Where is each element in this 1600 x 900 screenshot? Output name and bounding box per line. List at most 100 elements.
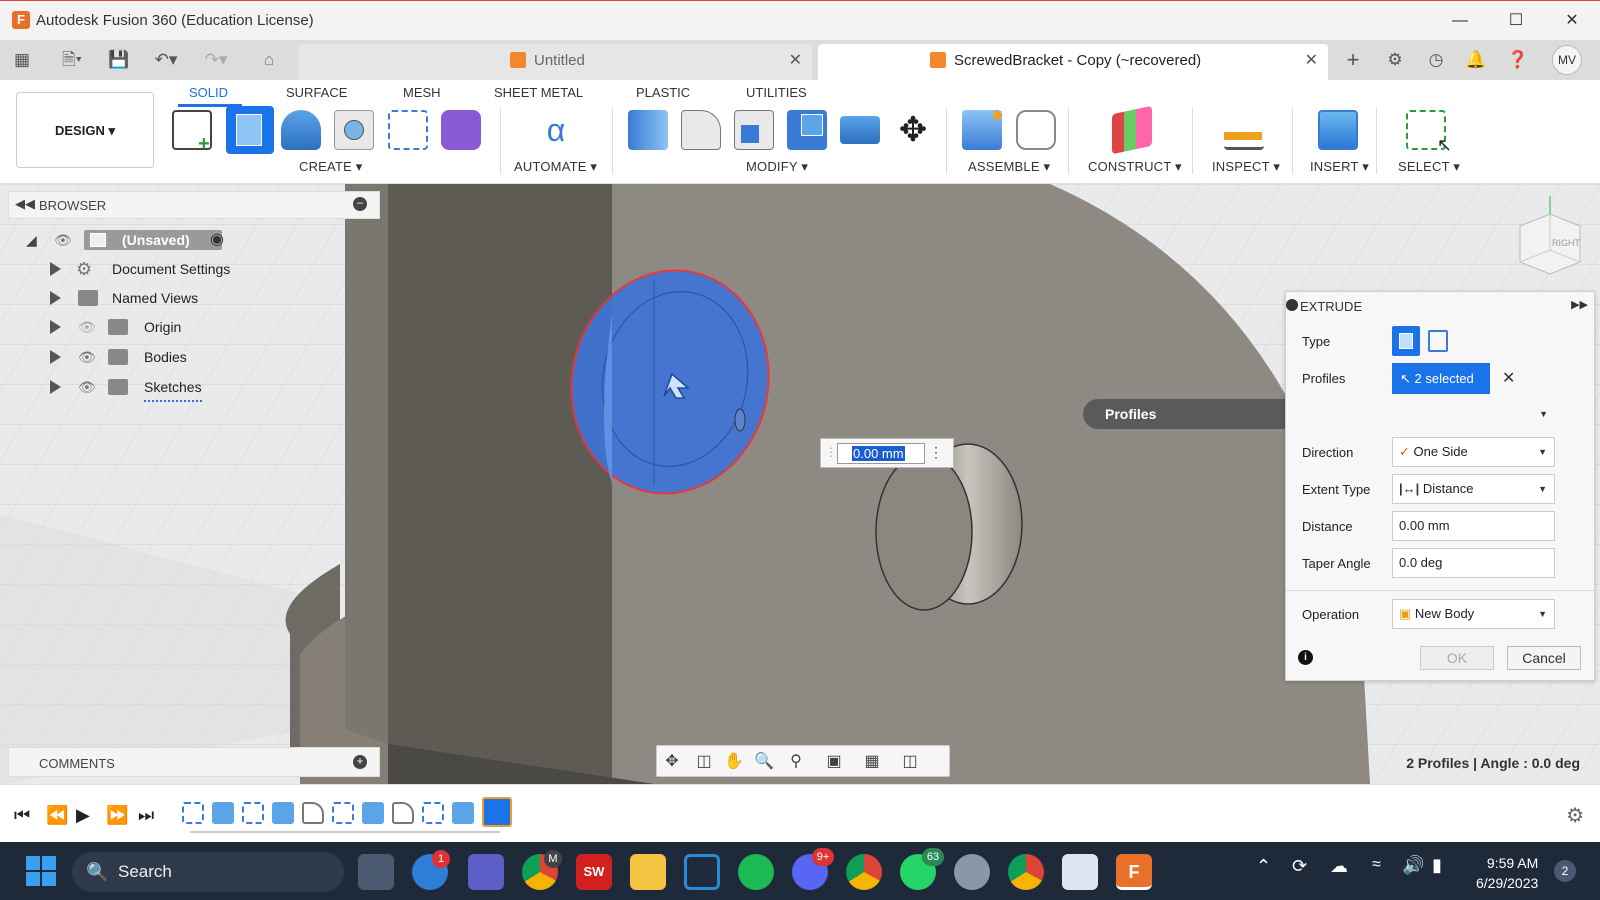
browser-item-bodies[interactable]: 👁 Bodies xyxy=(50,344,350,370)
file-explorer-icon[interactable] xyxy=(630,854,666,890)
pan-hand-icon[interactable]: ✋ xyxy=(721,751,747,773)
ok-button[interactable]: OK xyxy=(1420,646,1494,670)
start-dropdown[interactable]: ▼ xyxy=(1392,400,1555,430)
create-sketch-icon[interactable]: + xyxy=(172,110,212,154)
comments-panel[interactable]: COMMENTS + xyxy=(8,747,380,777)
solidworks-icon[interactable]: SW xyxy=(576,854,612,890)
job-status-icon[interactable]: ◷ xyxy=(1423,48,1449,72)
drag-handle-icon[interactable]: ⋮ xyxy=(825,445,837,459)
expand-arrow-icon[interactable] xyxy=(50,291,61,305)
press-pull-icon[interactable] xyxy=(628,110,668,150)
expand-arrow-icon[interactable] xyxy=(50,350,61,364)
close-tab-icon[interactable]: ✕ xyxy=(1305,44,1318,78)
modify-menu[interactable]: MODIFY ▾ xyxy=(746,159,808,175)
fillet-icon[interactable] xyxy=(681,110,721,150)
visibility-eye-icon[interactable]: 👁 xyxy=(78,374,96,400)
tab-surface[interactable]: SURFACE xyxy=(286,85,347,100)
system-clock[interactable]: 9:59 AM 6/29/2023 xyxy=(1476,853,1538,893)
fit-icon[interactable]: ⚲ xyxy=(783,751,809,773)
orbit-icon[interactable]: ✥ xyxy=(659,751,685,773)
close-tab-icon[interactable]: ✕ xyxy=(789,44,802,78)
automate-menu[interactable]: AUTOMATE ▾ xyxy=(514,159,597,175)
create-form-icon[interactable] xyxy=(441,110,481,150)
clear-selection-icon[interactable]: ✕ xyxy=(1502,368,1515,388)
zoom-icon[interactable]: 🔍 xyxy=(751,751,777,773)
distance-inline-field[interactable]: 0.00 mm xyxy=(837,443,925,464)
close-icon[interactable]: ✕ xyxy=(1552,7,1592,35)
timeline-sketch-feature[interactable] xyxy=(242,802,264,824)
spotify-icon[interactable] xyxy=(738,854,774,890)
joint-icon[interactable] xyxy=(1016,110,1056,150)
new-tab-icon[interactable]: + xyxy=(1340,48,1366,72)
visibility-eye-icon[interactable]: 👁 xyxy=(54,227,72,253)
workspace-switcher[interactable]: DESIGN ▾ xyxy=(16,92,154,168)
timeline-extrude-feature[interactable] xyxy=(452,802,474,824)
notification-count-badge[interactable]: 2 xyxy=(1554,860,1576,882)
distance-field[interactable]: 0.00 mm xyxy=(1392,511,1555,541)
grid-settings-icon[interactable]: ▦ xyxy=(859,751,885,773)
timeline-extrude-feature[interactable] xyxy=(362,802,384,824)
construct-menu[interactable]: CONSTRUCT ▾ xyxy=(1088,159,1182,175)
timeline-settings-gear-icon[interactable]: ⚙ xyxy=(1566,803,1584,828)
taskbar-search[interactable]: 🔍 Search xyxy=(72,852,344,892)
account-avatar[interactable]: MV xyxy=(1552,45,1582,75)
notifications-icon[interactable]: 🔔 xyxy=(1463,48,1489,72)
chrome-icon[interactable] xyxy=(1008,854,1044,890)
add-comment-icon[interactable]: + xyxy=(353,755,367,769)
type-solid-icon[interactable] xyxy=(1392,326,1420,356)
select-icon[interactable]: ↖ xyxy=(1406,110,1452,155)
tab-mesh[interactable]: MESH xyxy=(403,85,441,100)
windows-start-icon[interactable] xyxy=(26,856,56,886)
measure-icon[interactable] xyxy=(1224,110,1264,150)
redo-icon[interactable]: ↷▾ xyxy=(196,48,236,72)
extent-type-dropdown[interactable]: |↔| Distance ▼ xyxy=(1392,474,1555,504)
sync-icon[interactable]: ⟳ xyxy=(1292,856,1307,877)
chevron-up-icon[interactable]: ⌃ xyxy=(1256,856,1271,877)
more-options-icon[interactable]: ⋮ xyxy=(929,444,943,461)
viewports-icon[interactable]: ◫ xyxy=(897,751,923,773)
move-copy-icon[interactable]: ✥ xyxy=(893,110,933,150)
insert-menu[interactable]: INSERT ▾ xyxy=(1310,159,1369,175)
skip-start-icon[interactable]: ⏮ xyxy=(14,805,30,826)
home-icon[interactable]: ⌂ xyxy=(256,48,282,72)
timeline-sketch-feature[interactable] xyxy=(182,802,204,824)
chamfer-icon[interactable] xyxy=(734,110,774,150)
hole-icon[interactable] xyxy=(334,110,374,150)
cancel-button[interactable]: Cancel xyxy=(1507,646,1581,670)
tab-utilities[interactable]: UTILITIES xyxy=(746,85,807,100)
wifi-icon[interactable]: ≈ xyxy=(1372,856,1381,874)
inspect-menu[interactable]: INSPECT ▾ xyxy=(1212,159,1280,175)
type-thin-icon[interactable] xyxy=(1428,330,1448,352)
extrude-icon[interactable] xyxy=(226,106,274,154)
expand-arrow-icon[interactable] xyxy=(50,380,61,394)
taper-angle-field[interactable]: 0.0 deg xyxy=(1392,548,1555,578)
image-viewer-icon[interactable] xyxy=(1062,854,1098,890)
operation-dropdown[interactable]: ▣ New Body ▼ xyxy=(1392,599,1555,629)
tab-solid[interactable]: SOLID xyxy=(189,85,228,100)
minimize-icon[interactable]: — xyxy=(1440,7,1480,35)
settings-gear-icon[interactable] xyxy=(954,854,990,890)
doc-tab-screwedbracket[interactable]: ScrewedBracket - Copy (~recovered) ✕ xyxy=(818,44,1328,80)
help-icon[interactable]: ❓ xyxy=(1505,48,1531,72)
direction-dropdown[interactable]: ✓ One Side ▼ xyxy=(1392,437,1555,467)
browser-item-sketches[interactable]: 👁 Sketches xyxy=(50,374,350,402)
hidden-eye-icon[interactable]: 👁 xyxy=(78,314,96,340)
shell-icon[interactable] xyxy=(787,110,827,150)
construct-plane-icon[interactable] xyxy=(1112,105,1152,155)
combine-icon[interactable] xyxy=(840,116,880,144)
browser-item-origin[interactable]: 👁 Origin xyxy=(50,314,350,340)
battery-icon[interactable]: ▮ xyxy=(1432,855,1442,876)
browser-panel[interactable]: ◀◀ BROWSER – xyxy=(8,191,380,219)
select-menu[interactable]: SELECT ▾ xyxy=(1398,159,1460,175)
expand-triangle-icon[interactable]: ◢ xyxy=(26,227,37,253)
undo-icon[interactable]: ↶▾ xyxy=(146,48,186,72)
timeline-extrude-feature[interactable] xyxy=(272,802,294,824)
expand-arrow-icon[interactable] xyxy=(50,262,61,276)
tab-plastic[interactable]: PLASTIC xyxy=(636,85,690,100)
create-menu[interactable]: CREATE ▾ xyxy=(299,159,363,175)
play-icon[interactable]: ▶ xyxy=(76,805,90,826)
timeline-sketch-feature[interactable] xyxy=(422,802,444,824)
browser-item-named-views[interactable]: Named Views xyxy=(50,285,350,311)
save-icon[interactable]: 💾 xyxy=(106,48,132,72)
tab-sheet-metal[interactable]: SHEET METAL xyxy=(494,85,583,100)
